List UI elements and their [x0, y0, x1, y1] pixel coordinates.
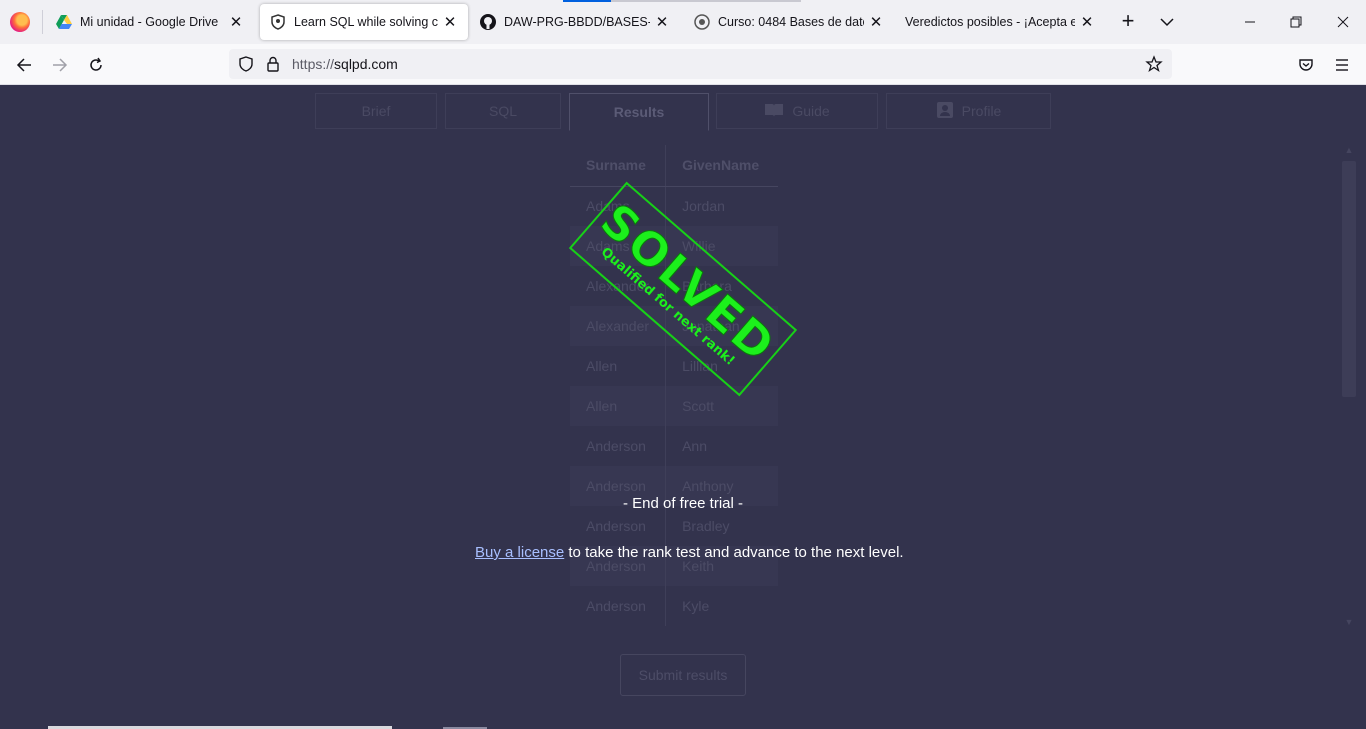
cell-surname: Anderson [586, 598, 646, 614]
end-of-trial-text: - End of free trial - [622, 495, 744, 512]
tab-label: Brief [361, 103, 391, 119]
tab-github[interactable]: DAW-PRG-BBDD/BASES-DE-D ✕ [470, 4, 680, 40]
restore-icon[interactable] [1286, 12, 1306, 32]
google-drive-icon [56, 14, 72, 30]
cell-surname: Anderson [586, 518, 646, 534]
shield-icon [270, 14, 286, 30]
tab-label: SQL [488, 103, 517, 119]
profile-icon [936, 101, 954, 122]
tab-google-drive[interactable]: Mi unidad - Google Drive ✕ [46, 4, 254, 40]
close-icon[interactable]: ✕ [868, 13, 884, 31]
chevron-down-icon[interactable] [1158, 14, 1176, 30]
back-icon[interactable] [12, 53, 36, 77]
cell-surname: Allen [570, 386, 666, 426]
nav-bar: https://sqlpd.com [0, 44, 1366, 85]
bookmark-star-icon[interactable] [1145, 55, 1163, 78]
column-header[interactable]: GivenName [665, 145, 778, 187]
tab-guide[interactable]: Guide [716, 93, 878, 129]
tab-curso[interactable]: Curso: 0484 Bases de datos ✕ [684, 4, 894, 40]
tab-bar: Mi unidad - Google Drive ✕ Learn SQL whi… [0, 0, 1366, 44]
scrollbar-thumb[interactable] [1342, 161, 1356, 397]
url-host: sqlpd.com [334, 56, 398, 72]
table-row: Anderson Bradley [570, 506, 778, 546]
pocket-icon[interactable] [1294, 53, 1318, 77]
tab-title: Veredictos posibles - ¡Acepta el re [905, 15, 1075, 29]
forward-icon[interactable] [48, 53, 72, 77]
cell-givenname: Kyle [665, 586, 778, 626]
new-tab-icon[interactable]: + [1116, 10, 1140, 34]
table-header: Surname GivenName [570, 145, 778, 187]
tab-title: Mi unidad - Google Drive [80, 15, 219, 29]
close-window-icon[interactable] [1333, 12, 1353, 32]
scroll-up-icon[interactable]: ▲ [1344, 145, 1354, 155]
url-bar[interactable]: https://sqlpd.com [229, 49, 1172, 79]
close-icon[interactable]: ✕ [442, 13, 458, 31]
cell-givenname: Jordan [665, 186, 778, 226]
app-tabs: Brief SQL Results Guide Profile [0, 85, 1366, 131]
tab-label: Results [613, 104, 665, 120]
menu-icon[interactable] [1330, 53, 1354, 77]
submit-results-button[interactable]: Submit results [620, 654, 746, 696]
column-header[interactable]: Surname [570, 145, 666, 187]
tab-label: Profile [961, 103, 1002, 119]
reload-icon[interactable] [84, 53, 108, 77]
buy-license-link[interactable]: Buy a license [475, 544, 564, 561]
tab-profile[interactable]: Profile [886, 93, 1051, 129]
cell-surname: Allen [586, 358, 618, 374]
table-row: Anderson Ann [570, 426, 778, 466]
firefox-icon[interactable] [10, 12, 30, 32]
divider [42, 10, 43, 34]
cell-surname: Anderson [586, 438, 646, 454]
table-row: Anderson Kyle [570, 586, 778, 626]
url-scheme: https:// [292, 56, 335, 72]
tab-sqlpd[interactable]: Learn SQL while solving crime ✕ [260, 4, 468, 40]
tab-veredictos[interactable]: Veredictos posibles - ¡Acepta el re ✕ [895, 4, 1105, 40]
tab-brief[interactable]: Brief [315, 93, 437, 129]
book-icon [764, 102, 784, 121]
cell-givenname: Bradley [665, 506, 778, 546]
tab-loading-indicator [563, 0, 611, 2]
cell-givenname: Ann [665, 426, 778, 466]
results-scrollbar[interactable]: ▲ ▼ [1340, 145, 1358, 631]
tab-title: DAW-PRG-BBDD/BASES-DE-D [504, 15, 650, 29]
table-row: Allen Scott [570, 386, 778, 426]
tab-label: Guide [792, 103, 830, 119]
tab-results[interactable]: Results [569, 93, 709, 131]
tab-title: Learn SQL while solving crime [294, 15, 438, 29]
cell-givenname: Scott [665, 386, 778, 426]
license-message: Buy a license to take the rank test and … [475, 544, 904, 561]
close-icon[interactable]: ✕ [654, 13, 670, 31]
shield-icon[interactable] [237, 55, 255, 78]
page-content: Brief SQL Results Guide Profile Surname [0, 85, 1366, 729]
tab-loading-track [611, 0, 801, 2]
close-icon[interactable]: ✕ [228, 13, 244, 31]
scroll-down-icon[interactable]: ▼ [1344, 617, 1354, 627]
close-icon[interactable]: ✕ [1079, 13, 1095, 31]
lock-icon[interactable] [265, 55, 281, 78]
minimize-icon[interactable] [1240, 12, 1260, 32]
tab-title: Curso: 0484 Bases de datos [718, 15, 864, 29]
moodle-icon [694, 14, 710, 30]
github-icon [480, 14, 496, 30]
license-message-text: to take the rank test and advance to the… [564, 544, 904, 561]
tab-sql[interactable]: SQL [445, 93, 561, 129]
url-text[interactable]: https://sqlpd.com [292, 56, 398, 72]
